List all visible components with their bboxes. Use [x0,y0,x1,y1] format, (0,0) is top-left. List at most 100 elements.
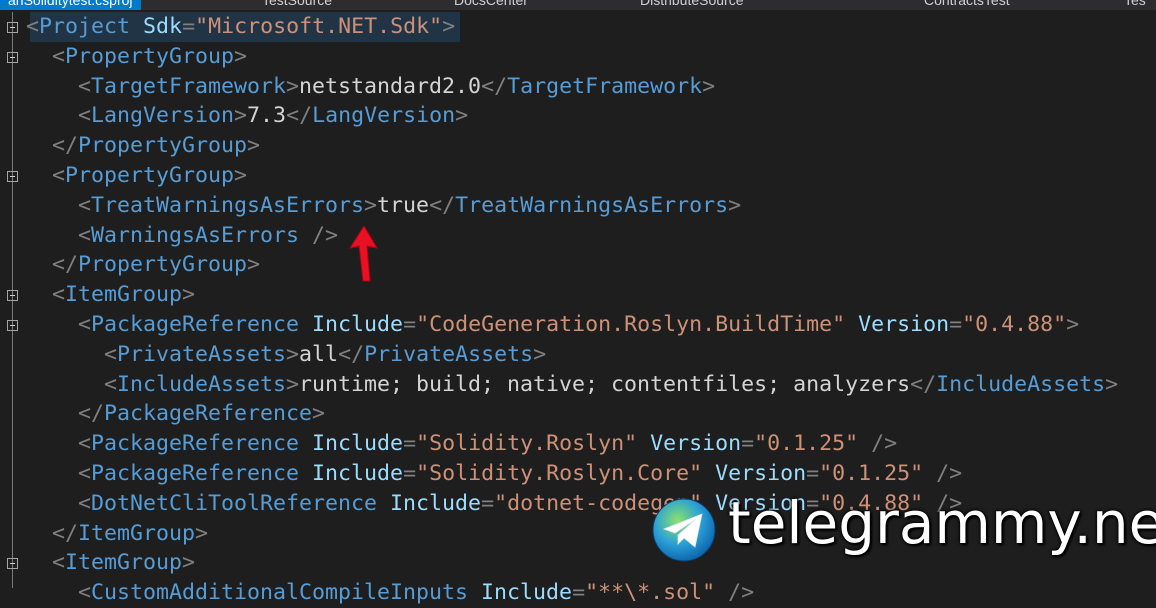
watermark-text: telegrammy.net [728,489,1156,557]
code-token: < [78,490,92,516]
code-line[interactable]: <TargetFramework>netstandard2.0</TargetF… [0,72,1156,102]
code-line[interactable]: <PropertyGroup> [0,42,1156,72]
code-token: </ [52,520,79,546]
code-token: Version [715,461,807,486]
code-token: all [299,341,339,367]
code-token: PropertyGroup [78,252,248,278]
code-text: </PropertyGroup> [52,131,260,161]
code-token: "Microsoft.NET.Sdk" [195,14,443,39]
collapse-toggle-icon[interactable] [7,558,18,570]
tab-distribute-source[interactable]: DistributeSource [640,0,744,10]
code-token: 7.3 [247,103,287,129]
code-token: = [403,431,417,457]
code-token: /> [936,461,963,486]
code-token: ItemGroup [78,520,196,546]
tab-tes[interactable]: Tes [1124,0,1146,10]
code-line[interactable]: <ItemGroup> [0,280,1156,310]
code-token: Include [312,312,404,337]
code-token: "0.4.88" [962,312,1067,337]
code-token: < [78,431,92,457]
code-token: true [377,192,430,218]
code-token: "**\*.sol" [585,580,716,606]
code-token: > [702,73,716,99]
code-line[interactable]: <PackageReference Include="Solidity.Rosl… [0,459,1156,489]
code-line[interactable]: <PropertyGroup> [0,161,1156,191]
collapse-toggle-icon[interactable] [7,22,18,33]
code-token: "0.1.25" [754,431,859,457]
code-text: <LangVersion>7.3</LangVersion> [78,101,468,131]
document-tab-bar: anSoliditytest.csproj TestSource DocsCen… [0,0,1156,10]
code-line[interactable]: <WarningsAsErrors /> [0,221,1156,251]
code-token: > [195,520,209,546]
code-token: < [78,222,92,248]
code-line[interactable]: <LangVersion>7.3</LangVersion> [0,101,1156,131]
code-line[interactable]: </PackageReference> [0,399,1156,429]
red-arrow-icon [348,226,379,282]
code-token: TargetFramework [91,73,287,99]
code-token: PrivateAssets [117,341,287,367]
code-line[interactable]: </PropertyGroup> [0,250,1156,280]
collapse-toggle-icon[interactable] [7,320,18,331]
collapse-toggle-icon[interactable] [7,171,18,182]
code-token: PrivateAssets [364,341,534,367]
code-line[interactable]: <PackageReference Include="Solidity.Rosl… [0,429,1156,459]
code-token: > [442,14,456,39]
code-text: <PackageReference Include="CodeGeneratio… [78,310,1079,340]
code-token: CustomAdditionalCompileInputs [91,580,469,606]
code-token: > [182,282,196,308]
code-token: Include [312,461,404,486]
code-token: "CodeGeneration.Roslyn.BuildTime" [416,312,846,337]
code-token: Include [312,431,404,457]
code-text: <WarningsAsErrors /> [78,221,338,251]
code-token: = [572,580,586,606]
code-text: <IncludeAssets>runtime; build; native; c… [104,370,1118,400]
code-line[interactable]: <Project Sdk="Microsoft.NET.Sdk"> [0,12,1156,42]
code-text: <PropertyGroup> [52,42,247,72]
code-line[interactable]: <PrivateAssets>all</PrivateAssets> [0,340,1156,370]
code-token: = [741,431,755,457]
code-token: PackageReference [91,461,300,486]
code-line[interactable]: </PropertyGroup> [0,131,1156,161]
code-token: = [182,14,196,39]
code-token: PackageReference [104,401,313,427]
code-line[interactable]: <PackageReference Include="CodeGeneratio… [0,310,1156,340]
code-token: /> [871,431,898,457]
tab-contracts-test[interactable]: ContractsTest [924,0,1010,10]
code-token: </ [78,401,105,427]
collapse-toggle-icon[interactable] [7,51,18,63]
code-token: > [286,341,300,367]
code-token: < [78,192,92,218]
code-token: "Solidity.Roslyn.Core" [416,461,703,486]
tab-test-source[interactable]: TestSource [262,0,332,10]
code-token: PropertyGroup [65,43,235,69]
code-text: <TargetFramework>netstandard2.0</TargetF… [78,72,715,102]
code-token: > [182,550,196,576]
code-token: DotNetCliToolReference [91,490,378,516]
code-token: IncludeAssets [936,371,1106,397]
code-token: = [949,312,963,337]
code-line[interactable]: <IncludeAssets>runtime; build; native; c… [0,370,1156,400]
tab-csproj[interactable]: anSoliditytest.csproj [0,0,141,10]
code-token: Version [858,312,950,337]
code-text: </PackageReference> [78,399,325,429]
code-line[interactable]: <TreatWarningsAsErrors>true</TreatWarnin… [0,191,1156,221]
code-token: </ [286,103,313,129]
code-line[interactable]: <CustomAdditionalCompileInputs Include="… [0,578,1156,608]
code-text: <ItemGroup> [52,280,195,310]
code-token: WarningsAsErrors [91,222,300,248]
tab-docs-center[interactable]: DocsCenter [454,0,528,10]
collapse-toggle-icon[interactable] [7,290,18,302]
code-token: < [52,550,66,576]
code-token: TreatWarningsAsErrors [91,192,365,218]
code-token: < [78,73,92,99]
code-token: = [481,490,495,516]
code-token: "0.1.25" [819,461,924,486]
code-token: > [234,163,248,188]
